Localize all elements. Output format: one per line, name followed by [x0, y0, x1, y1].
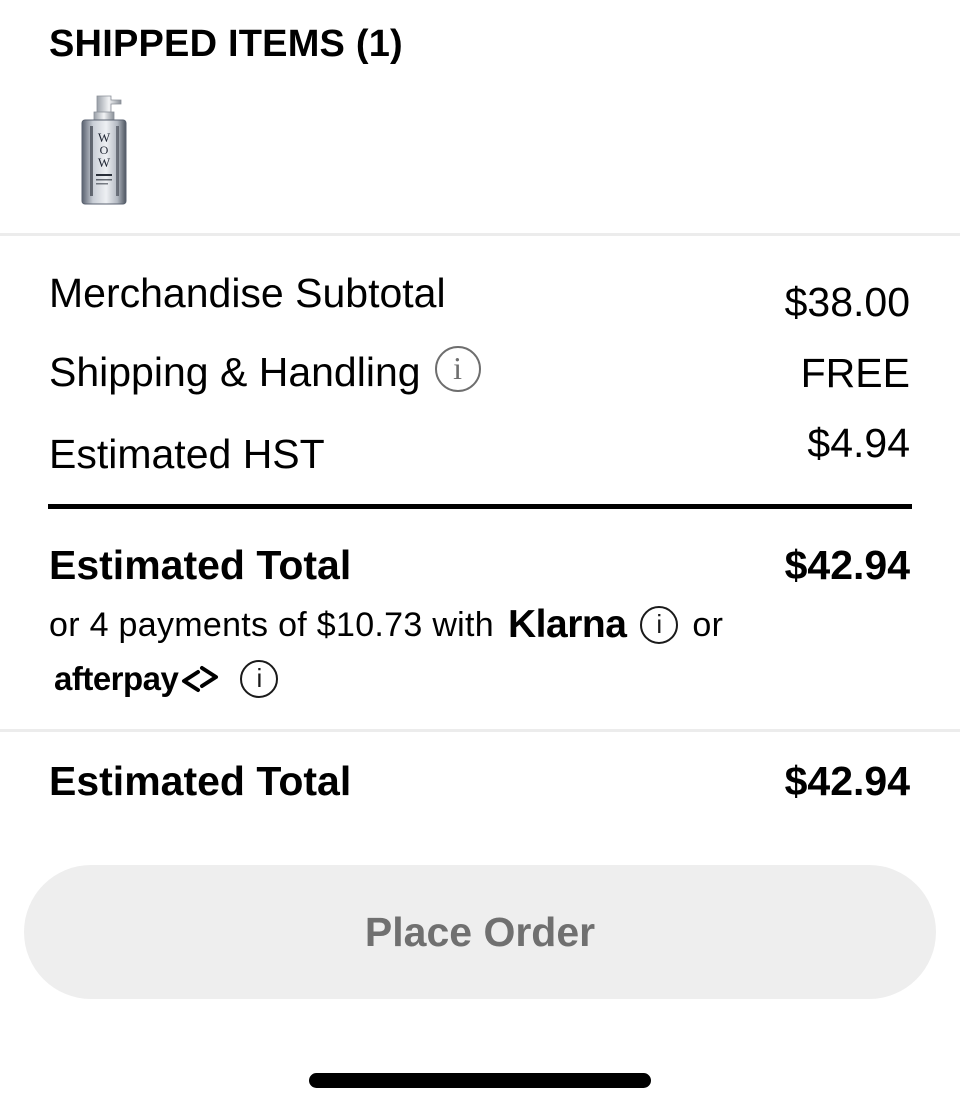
product-thumbnail[interactable]: W O W — [78, 92, 132, 208]
installments-line: or 4 payments of $10.73 with Klarna i or — [49, 602, 723, 648]
shipping-handling-row: Shipping & Handling i — [49, 346, 481, 397]
merchandise-subtotal-value: $38.00 — [784, 279, 910, 325]
svg-text:W: W — [98, 155, 111, 170]
estimated-total-value: $42.94 — [784, 542, 910, 588]
klarna-logo: Klarna — [508, 603, 627, 646]
afterpay-wordmark: afterpay — [54, 660, 179, 697]
afterpay-arrows-icon — [182, 666, 219, 692]
estimated-hst-label: Estimated HST — [49, 431, 325, 477]
installments-text: or 4 payments of $10.73 with — [49, 606, 494, 644]
shipping-handling-label: Shipping & Handling — [49, 349, 421, 395]
afterpay-logo: afterpay — [54, 660, 220, 698]
total-divider — [48, 504, 912, 509]
shipping-handling-value: FREE — [800, 350, 910, 396]
section-divider — [0, 729, 960, 732]
product-bottle-image: W O W — [81, 95, 127, 205]
shipped-items-heading: SHIPPED ITEMS (1) — [49, 23, 403, 65]
afterpay-info-icon[interactable]: i — [240, 660, 279, 698]
afterpay-line: afterpay i — [54, 656, 279, 702]
footer-total-value: $42.94 — [784, 758, 910, 804]
section-divider — [0, 233, 960, 236]
footer-total-label: Estimated Total — [49, 758, 352, 804]
shipping-info-icon[interactable]: i — [434, 346, 481, 392]
home-indicator[interactable] — [309, 1073, 651, 1088]
klarna-info-icon[interactable]: i — [640, 606, 679, 644]
merchandise-subtotal-label: Merchandise Subtotal — [49, 270, 446, 316]
estimated-total-label: Estimated Total — [49, 542, 352, 588]
place-order-button[interactable]: Place Order — [24, 865, 936, 999]
estimated-hst-value: $4.94 — [807, 420, 910, 466]
or-text: or — [692, 606, 724, 644]
